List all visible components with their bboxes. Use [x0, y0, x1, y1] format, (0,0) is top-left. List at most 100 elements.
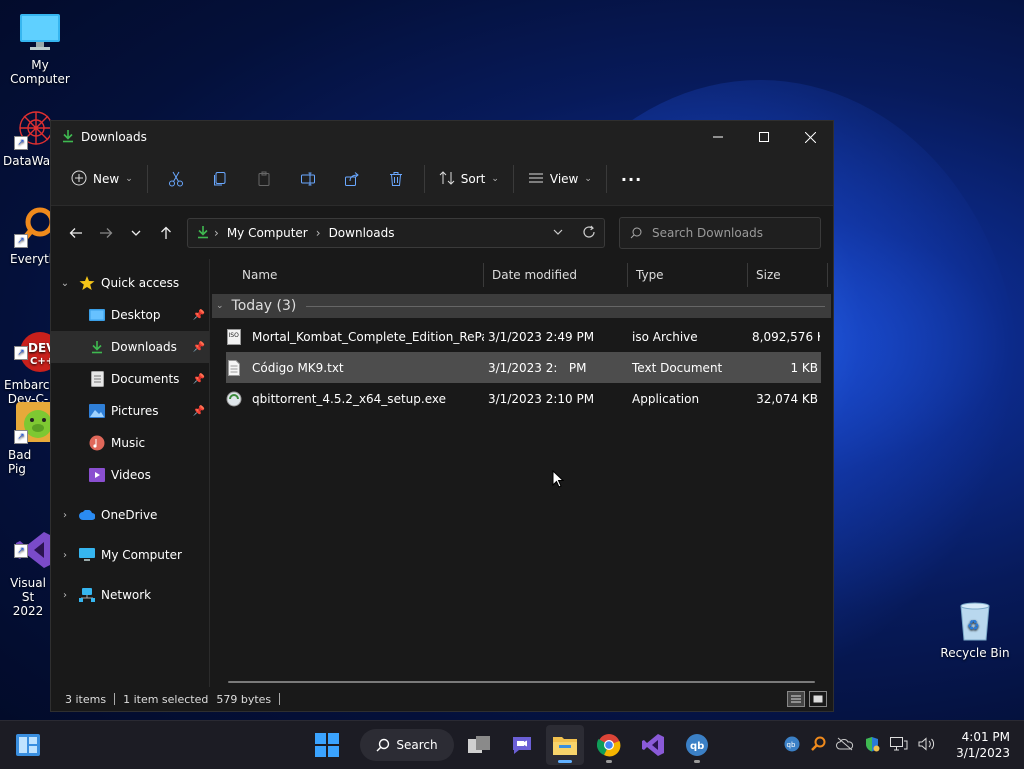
start-button[interactable] — [308, 725, 346, 765]
nav-item-music[interactable]: Music — [51, 427, 209, 459]
chrome-taskbar-button[interactable] — [590, 725, 628, 765]
chevron-down-icon[interactable]: ⌄ — [51, 278, 79, 289]
up-button[interactable] — [151, 218, 181, 248]
datawag-desktop-icon[interactable]: ↗ DataWag — [0, 106, 52, 168]
search-button[interactable]: Search — [360, 729, 454, 761]
status-divider — [114, 693, 116, 705]
task-view-button[interactable] — [460, 725, 498, 765]
search-input[interactable] — [650, 225, 804, 241]
running-indicator — [606, 760, 612, 763]
pictures-icon — [89, 403, 105, 419]
videos-icon — [89, 467, 105, 483]
pin-icon: 📌 — [192, 341, 205, 353]
qbittorrent-taskbar-button[interactable]: qb — [678, 725, 716, 765]
file-explorer-taskbar-button[interactable] — [546, 725, 584, 765]
breadcrumb-separator: › — [315, 226, 321, 240]
chevron-down-icon[interactable]: ⌄ — [216, 301, 224, 311]
widgets-button[interactable] — [12, 725, 44, 765]
scissors-icon — [168, 171, 183, 187]
breadcrumb-downloads[interactable]: Downloads — [329, 226, 395, 240]
column-header-type[interactable]: Type — [628, 263, 748, 287]
column-header-name[interactable]: Name — [210, 263, 484, 287]
security-shield-icon[interactable] — [864, 736, 880, 755]
file-name: qbittorrent_4.5.2_x64_setup.exe — [252, 391, 446, 406]
status-item-count: 3 items — [65, 692, 107, 706]
table-row[interactable]: qbittorrent_4.5.2_x64_setup.exe 3/1/2023… — [226, 383, 821, 414]
horizontal-scrollbar[interactable] — [228, 681, 815, 683]
chevron-right-icon[interactable]: › — [51, 550, 79, 561]
file-date: 3/1/2023 2:10 PM — [488, 391, 595, 406]
nav-quick-access[interactable]: ⌄ Quick access — [51, 267, 209, 299]
paste-button[interactable] — [250, 162, 278, 196]
address-history-dropdown[interactable] — [552, 226, 564, 241]
my-computer-desktop-icon[interactable]: My Computer — [0, 10, 80, 86]
arrow-up-icon — [161, 226, 171, 239]
window-title: Downloads — [81, 130, 147, 144]
desktop-icon-label: My Computer — [10, 58, 70, 86]
back-button[interactable] — [61, 218, 91, 248]
new-button[interactable]: New ⌄ — [63, 162, 141, 196]
tiles-view-icon — [813, 695, 823, 703]
column-header-date[interactable]: Date modified — [484, 263, 628, 287]
qbittorrent-tray-icon[interactable]: qb — [784, 736, 800, 755]
nav-item-downloads[interactable]: Downloads 📌 — [51, 331, 209, 363]
minimize-button[interactable] — [695, 121, 741, 153]
chat-button[interactable] — [503, 725, 541, 765]
everything-desktop-icon[interactable]: ↗ Everyth — [0, 204, 52, 266]
explorer-body: ⌄ Quick access Desktop 📌 Downloads 📌 Doc… — [51, 259, 833, 687]
nav-my-computer[interactable]: › My Computer — [51, 539, 209, 571]
sort-button[interactable]: Sort ⌄ — [431, 162, 507, 196]
recent-locations-button[interactable] — [121, 218, 151, 248]
shortcut-arrow-icon: ↗ — [14, 234, 28, 248]
details-view-button[interactable] — [787, 691, 805, 707]
share-button[interactable] — [338, 162, 366, 196]
nav-item-pictures[interactable]: Pictures 📌 — [51, 395, 209, 427]
clock[interactable]: 4:01 PM 3/1/2023 — [956, 729, 1010, 761]
svg-text:♻: ♻ — [967, 618, 980, 634]
volume-icon[interactable] — [918, 736, 936, 754]
column-header-size[interactable]: Size — [748, 263, 828, 287]
onedrive-offline-icon[interactable] — [836, 737, 854, 754]
nav-onedrive[interactable]: › OneDrive — [51, 499, 209, 531]
recycle-bin-desktop-icon[interactable]: ♻ Recycle Bin — [935, 598, 1015, 660]
file-list: Name Date modified Type Size ⌄ Today (3)… — [210, 259, 833, 687]
desktop-icon-label: DataWag — [3, 154, 52, 168]
chevron-right-icon[interactable]: › — [51, 590, 79, 601]
active-indicator — [558, 760, 572, 763]
everything-tray-icon[interactable] — [810, 736, 826, 755]
large-icons-view-button[interactable] — [809, 691, 827, 707]
visual-studio-desktop-icon[interactable]: ↗ Visual St 2022 — [0, 500, 52, 632]
breadcrumb-my-computer[interactable]: My Computer — [227, 226, 308, 240]
separator — [146, 165, 148, 193]
nav-item-videos[interactable]: Videos — [51, 459, 209, 491]
table-row-selected[interactable]: Código MK9.txt 3/1/2023 2: PM Text Docum… — [226, 352, 821, 383]
nav-network[interactable]: › Network — [51, 579, 209, 611]
maximize-button[interactable] — [741, 121, 787, 153]
copy-button[interactable] — [206, 162, 234, 196]
view-button[interactable]: View ⌄ — [520, 162, 600, 196]
table-row[interactable]: ISO Mortal_Kombat_Complete_Edition_RePa.… — [226, 321, 821, 352]
cut-button[interactable] — [162, 162, 190, 196]
forward-button[interactable] — [91, 218, 121, 248]
rename-button[interactable] — [294, 162, 322, 196]
pin-icon: 📌 — [192, 373, 205, 385]
green-pig-icon: ↗ — [14, 400, 52, 444]
group-header-today[interactable]: ⌄ Today (3) — [212, 294, 831, 318]
network-display-icon[interactable] — [890, 736, 908, 754]
separator — [423, 165, 425, 193]
bad-piggies-desktop-icon[interactable]: ↗ Bad Pig — [0, 400, 52, 476]
search-box[interactable] — [619, 217, 821, 249]
chevron-right-icon[interactable]: › — [51, 510, 79, 521]
more-options-button[interactable]: ··· — [613, 162, 650, 196]
refresh-button[interactable] — [582, 225, 596, 242]
group-divider — [306, 305, 825, 307]
new-label: New — [93, 172, 120, 186]
title-bar[interactable]: Downloads — [51, 121, 833, 153]
nav-item-desktop[interactable]: Desktop 📌 — [51, 299, 209, 331]
navigation-pane: ⌄ Quick access Desktop 📌 Downloads 📌 Doc… — [51, 259, 210, 687]
nav-item-documents[interactable]: Documents 📌 — [51, 363, 209, 395]
delete-button[interactable] — [382, 162, 410, 196]
close-button[interactable] — [787, 121, 833, 153]
visual-studio-taskbar-button[interactable] — [634, 725, 672, 765]
address-bar[interactable]: › My Computer › Downloads — [187, 218, 605, 248]
